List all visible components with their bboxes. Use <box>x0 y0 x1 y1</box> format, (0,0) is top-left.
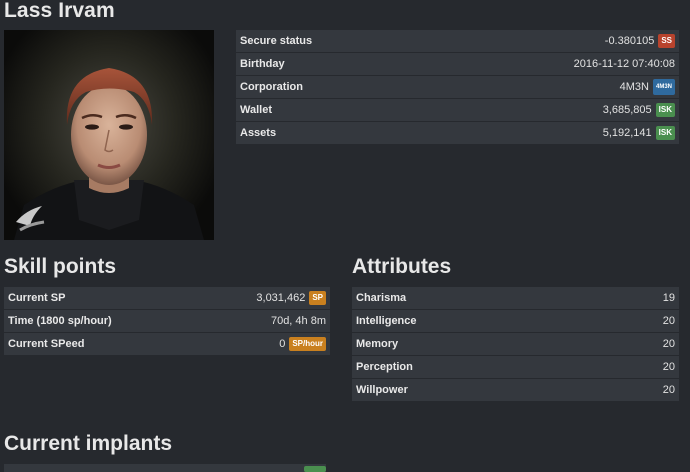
sp-badge: SP <box>309 291 326 305</box>
attribute-label: Memory <box>356 338 399 350</box>
skill-points-table: Current SP 3,031,462 SP Time (1800 sp/ho… <box>4 287 330 356</box>
sp-per-hour-badge: SP/hour <box>289 337 326 351</box>
sp-value: 0 <box>279 338 286 350</box>
attribute-label: Perception <box>356 361 413 373</box>
implant-row <box>4 464 326 472</box>
info-row-assets: Assets 5,192,141 ISK <box>236 122 679 144</box>
info-row-corporation: Corporation 4M3N 4M3N <box>236 76 679 98</box>
attribute-value: 19 <box>662 292 675 304</box>
info-value: 4M3N <box>619 81 649 93</box>
ss-badge: SS <box>658 34 675 48</box>
info-row-secure-status: Secure status -0.380105 SS <box>236 30 679 52</box>
info-label: Wallet <box>240 104 272 116</box>
attribute-label: Willpower <box>356 384 408 396</box>
info-label: Corporation <box>240 81 303 93</box>
sp-label: Time (1800 sp/hour) <box>8 315 112 327</box>
info-value: -0.380105 <box>604 35 655 47</box>
attribute-label: Intelligence <box>356 315 417 327</box>
attribute-value: 20 <box>662 315 675 327</box>
info-value: 2016-11-12 07:40:08 <box>573 58 675 70</box>
character-info-table: Secure status -0.380105 SS Birthday 2016… <box>236 30 679 145</box>
attribute-label: Charisma <box>356 292 407 304</box>
character-portrait <box>4 30 214 240</box>
info-row-birthday: Birthday 2016-11-12 07:40:08 <box>236 53 679 75</box>
attribute-row-perception: Perception 20 <box>352 356 679 378</box>
implants-heading: Current implants <box>4 432 173 455</box>
character-name: Lass Irvam <box>4 0 115 22</box>
sp-value: 3,031,462 <box>256 292 306 304</box>
sp-row-time: Time (1800 sp/hour) 70d, 4h 8m <box>4 310 330 332</box>
attributes-heading: Attributes <box>352 255 452 278</box>
isk-badge: ISK <box>655 126 675 140</box>
sp-row-current-speed: Current SPeed 0 SP/hour <box>4 333 330 355</box>
skill-points-heading: Skill points <box>4 255 117 278</box>
isk-badge: ISK <box>655 103 675 117</box>
attribute-row-willpower: Willpower 20 <box>352 379 679 401</box>
attribute-row-intelligence: Intelligence 20 <box>352 310 679 332</box>
info-label: Assets <box>240 127 277 139</box>
attributes-table: Charisma 19 Intelligence 20 Memory 20 Pe… <box>352 287 679 402</box>
attribute-value: 20 <box>662 338 675 350</box>
attribute-value: 20 <box>662 384 675 396</box>
sp-row-current-sp: Current SP 3,031,462 SP <box>4 287 330 309</box>
attribute-value: 20 <box>662 361 675 373</box>
info-label: Birthday <box>240 58 285 70</box>
info-value: 5,192,141 <box>602 127 652 139</box>
info-value: 3,685,805 <box>602 104 652 116</box>
sp-label: Current SP <box>8 292 66 304</box>
attribute-row-charisma: Charisma 19 <box>352 287 679 309</box>
portrait-illustration <box>14 68 204 240</box>
implant-badge <box>304 466 326 472</box>
sp-value: 70d, 4h 8m <box>270 315 326 327</box>
corporation-logo-icon: 4M3N <box>652 79 675 95</box>
sp-label: Current SPeed <box>8 338 85 350</box>
info-label: Secure status <box>240 35 313 47</box>
info-row-wallet: Wallet 3,685,805 ISK <box>236 99 679 121</box>
attribute-row-memory: Memory 20 <box>352 333 679 355</box>
